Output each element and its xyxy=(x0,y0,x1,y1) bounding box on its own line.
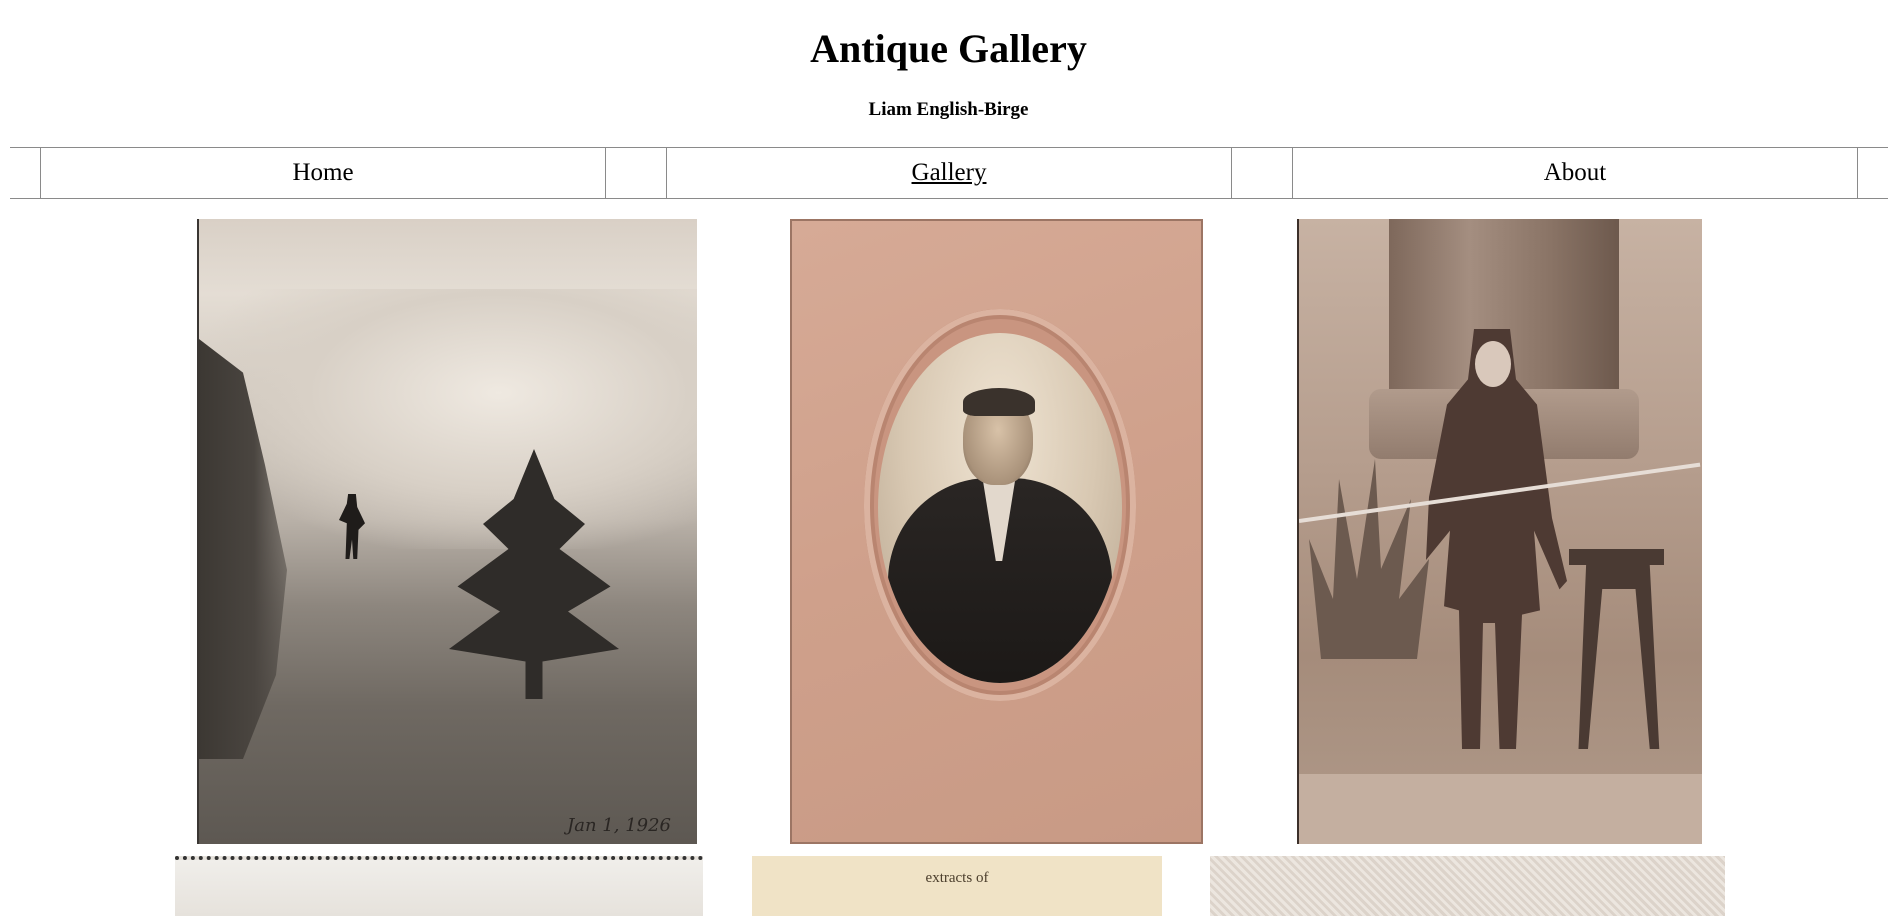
gallery-photo-girl[interactable] xyxy=(1297,219,1702,844)
gallery-photo-row2-1[interactable] xyxy=(175,856,703,916)
main-nav: Home Gallery About xyxy=(10,147,1888,199)
photo-handwritten-date: Jan 1, 1926 xyxy=(567,815,671,836)
nav-home-link[interactable]: Home xyxy=(40,147,606,199)
nav-home-label: Home xyxy=(292,159,354,186)
photo-studio-imprint xyxy=(1299,774,1702,844)
nav-gallery-link[interactable]: Gallery xyxy=(666,147,1232,199)
portrait-hair xyxy=(963,388,1035,416)
photo-oval-portrait xyxy=(878,333,1122,683)
gallery-photo-row2-2[interactable]: extracts of xyxy=(752,856,1162,916)
gallery-photo-mountain[interactable]: Jan 1, 1926 xyxy=(197,219,697,844)
nav-about-label: About xyxy=(1543,159,1607,186)
photo-girl-face xyxy=(1475,341,1511,387)
nav-gallery-label: Gallery xyxy=(911,159,987,186)
photo-document-text: extracts of xyxy=(925,870,989,886)
site-author: Liam English-Birge xyxy=(868,99,1029,120)
photo-plant xyxy=(1309,459,1429,659)
gallery-photo-row2-3[interactable] xyxy=(1210,856,1725,916)
photo-stool xyxy=(1569,549,1664,749)
site-title: Antique Gallery xyxy=(810,26,1087,71)
nav-about-link[interactable]: About xyxy=(1292,147,1858,199)
gallery-photo-man-portrait[interactable] xyxy=(790,219,1203,844)
